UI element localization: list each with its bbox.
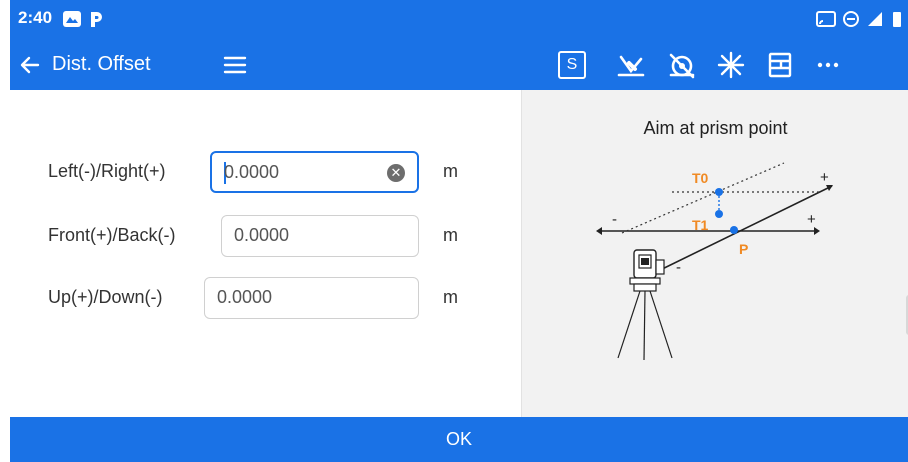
minus-bottom-label: - [676, 259, 681, 276]
t1-point [715, 210, 723, 218]
axis-left-arrow [596, 227, 602, 235]
left-right-unit: m [443, 161, 458, 181]
diagram-panel: Aim at prism point T0 T1 P - + + - [521, 90, 908, 417]
up-down-row: Up(+)/Down(-) m [10, 277, 521, 319]
parking-notification-icon [91, 12, 102, 27]
plus-top-label: + [820, 169, 829, 186]
do-not-disturb-icon [843, 11, 859, 27]
up-down-input[interactable] [217, 287, 402, 308]
left-right-label: Left(-)/Right(+) [48, 161, 166, 181]
total-station-icon [617, 249, 673, 361]
up-down-field[interactable] [204, 277, 419, 319]
ok-button-label: OK [445, 429, 472, 449]
offset-form: Left(-)/Right(+) ✕ m Front(+)/Back(-) m … [10, 90, 521, 417]
app-window: 2:40 Dist. Offset S Left(-)/Right(+) 0.0… [10, 0, 908, 462]
back-arrow-icon[interactable] [18, 51, 42, 79]
page-title: Dist. Offset [52, 53, 151, 75]
axis-right-arrow [814, 227, 820, 235]
clear-input-icon[interactable]: ✕ [387, 164, 405, 182]
target-light-icon[interactable] [716, 51, 746, 79]
more-options-icon[interactable] [816, 51, 840, 79]
t0-point [715, 188, 723, 196]
instrument-level-icon[interactable] [615, 51, 647, 79]
left-right-input[interactable] [224, 162, 374, 183]
battery-icon [893, 12, 901, 27]
s-button[interactable]: S [558, 51, 586, 79]
front-back-label: Front(+)/Back(-) [48, 225, 176, 245]
left-right-row: Left(-)/Right(+) ✕ m [10, 151, 521, 193]
up-down-unit: m [443, 287, 458, 307]
offset-diagram: T0 T1 P - + + - [596, 162, 833, 361]
t0-label: T0 [692, 170, 709, 186]
front-back-input[interactable] [234, 225, 404, 246]
laser-off-icon[interactable] [667, 51, 697, 79]
s-button-label: S [566, 56, 578, 73]
data-list-icon[interactable] [766, 51, 794, 79]
plus-mid-label: + [807, 211, 816, 228]
menu-icon[interactable] [222, 51, 248, 79]
screen-frame [0, 0, 10, 462]
front-back-row: Front(+)/Back(-) m [10, 215, 521, 257]
left-right-field[interactable]: ✕ [210, 151, 419, 193]
status-bar: 2:40 [10, 0, 908, 40]
minus-left-label: - [612, 211, 617, 228]
signal-icon [868, 12, 882, 26]
front-back-unit: m [443, 225, 458, 245]
cast-icon [816, 11, 836, 27]
ok-button[interactable]: OK [10, 417, 908, 462]
t1-label: T1 [692, 217, 709, 233]
gallery-notification-icon [63, 11, 81, 27]
status-time: 2:40 [18, 8, 53, 27]
up-down-label: Up(+)/Down(-) [48, 287, 163, 307]
p-point [730, 226, 738, 234]
p-label: P [739, 241, 748, 257]
front-back-field[interactable] [221, 215, 419, 257]
toolbar: Dist. Offset S [10, 40, 908, 90]
